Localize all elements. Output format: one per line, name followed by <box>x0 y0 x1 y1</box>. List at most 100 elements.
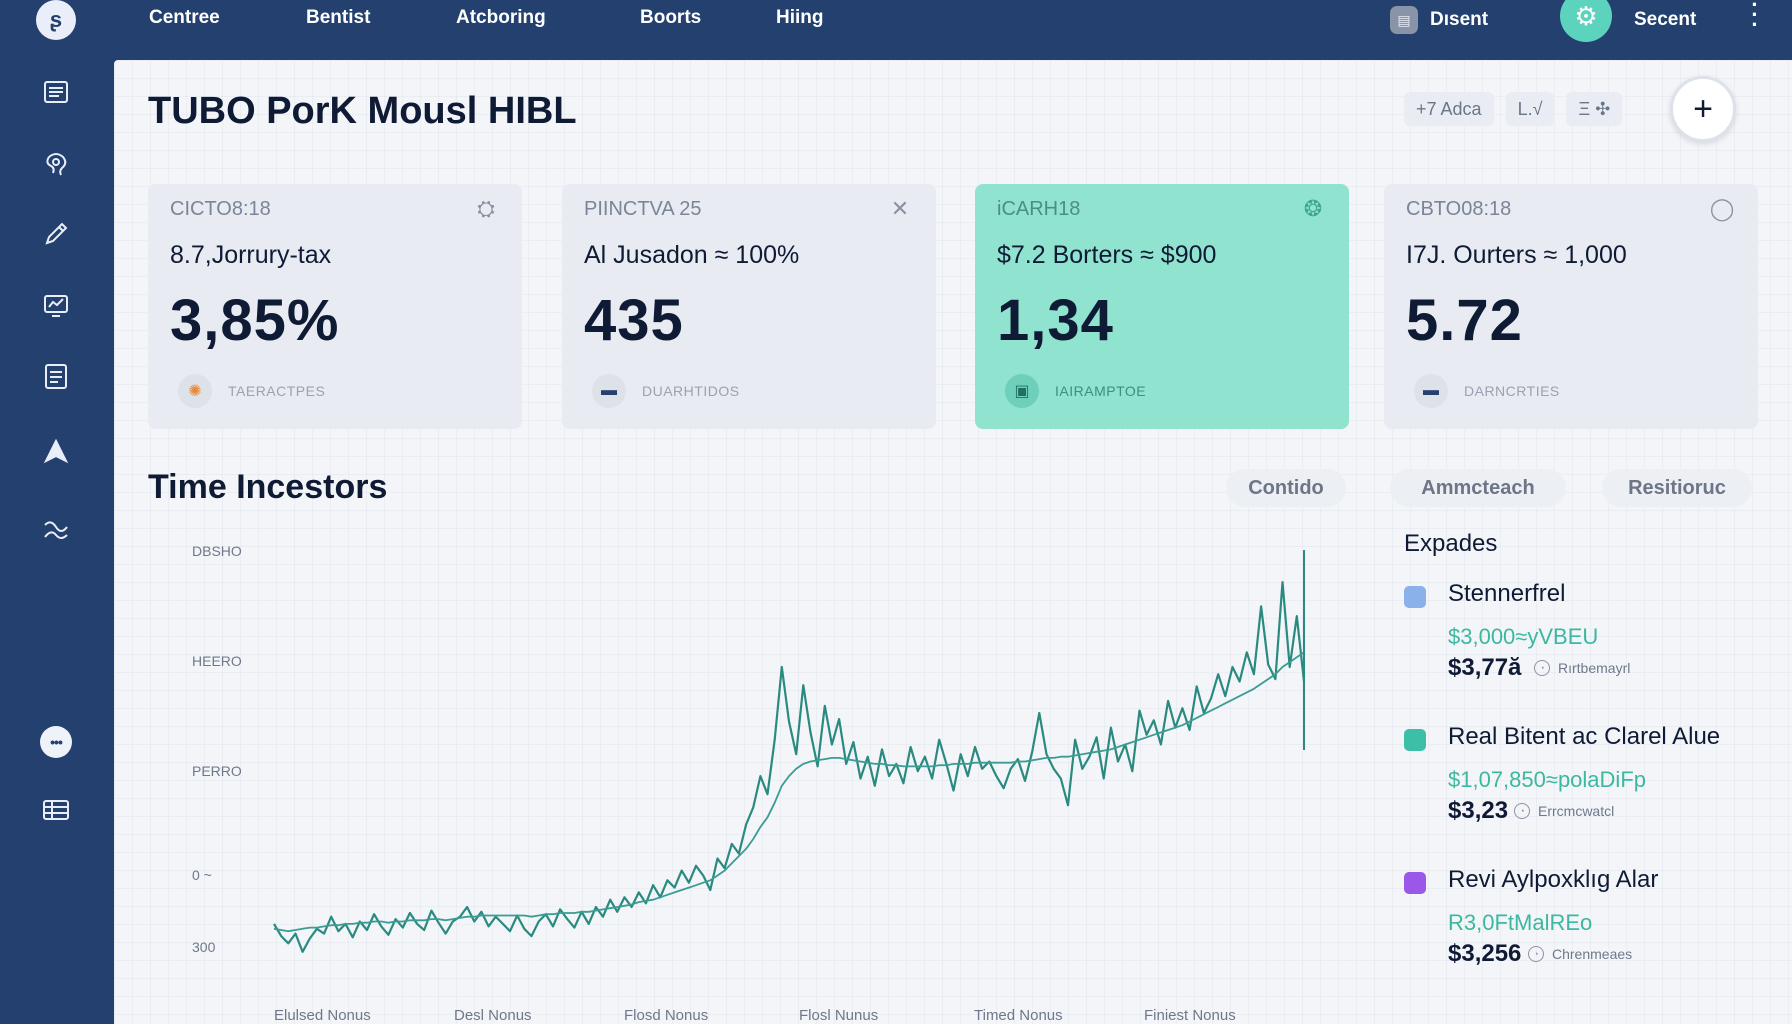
list-item[interactable]: Real Bitent ac Clarel Alue $1,07,850≈pol… <box>1404 723 1784 863</box>
kpi-subtitle: 8.7,Jorrury-tax <box>170 241 332 269</box>
nav-item-2[interactable]: Bentist <box>306 7 456 29</box>
kpi-subtitle: Al Jusadon ≈ 100% <box>584 241 800 269</box>
y-tick-label: 300 <box>192 939 216 955</box>
page-title: TUBO PorK Mousl HIBL <box>148 90 577 132</box>
filter-pill-2[interactable]: Ammcteach <box>1390 469 1566 507</box>
sort-button[interactable]: Ξ ✣ <box>1566 92 1623 126</box>
x-tick-label: Elulsed Nonus <box>274 1007 371 1024</box>
series-line-trend <box>273 651 1305 933</box>
kpi-code: CICTO8:18 <box>170 198 271 220</box>
circle-icon[interactable]: ◯ <box>1708 196 1736 224</box>
item-meta-text: Errcmcwatcl <box>1538 803 1615 819</box>
top-navigation-bar: ʂ Centree Bentist Atcboring Boorts Hiing… <box>0 0 1792 60</box>
nav-item-4[interactable]: Boorts <box>640 7 776 29</box>
tray-icon: ▬ <box>1414 374 1448 408</box>
item-meta: ◔ Chrenmeaes <box>1528 946 1632 962</box>
pencil-icon[interactable] <box>40 218 72 250</box>
x-tick-label: Flosl Nunus <box>799 1007 878 1024</box>
item-subvalue: R3,0FtMalREo <box>1448 910 1593 935</box>
kpi-card-2[interactable]: PIINCTVA 25 ✕ Al Jusadon ≈ 100% 435 ▬ DU… <box>562 184 936 429</box>
kpi-footer-text: DUARHTIDOS <box>642 383 740 399</box>
kpi-footer: ✺ TAERACTPES <box>178 374 325 408</box>
exchange-icon[interactable] <box>40 514 72 546</box>
kpi-subtitle: $7.2 Borters ≈ $900 <box>997 241 1217 269</box>
list-item[interactable]: Stennerfrel $3,000≈yVBEU $3,77ă ◔ Rırtbe… <box>1404 580 1784 720</box>
kpi-footer-text: DARNCRTIES <box>1464 383 1560 399</box>
filter-pill-3[interactable]: Resitioruc <box>1602 469 1752 507</box>
swirl-logo-icon[interactable]: ʂ <box>36 0 76 40</box>
app-icon <box>1404 872 1426 894</box>
user-menu-label[interactable]: Secent <box>1634 9 1734 31</box>
kpi-footer-text: TAERACTPES <box>228 383 326 399</box>
clock-icon: ◔ <box>1528 946 1544 962</box>
more-dots-icon[interactable]: ••• <box>40 726 72 758</box>
kebab-menu-icon[interactable]: · · · <box>1748 0 1762 36</box>
item-subvalue: $1,07,850≈polaDiFp <box>1448 767 1646 792</box>
add-button[interactable]: + <box>1670 76 1736 142</box>
clock-icon: ◔ <box>1534 660 1550 676</box>
kpi-subtitle: I7J. Ourters ≈ 1,000 <box>1406 241 1627 269</box>
item-subvalue: $3,000≈yVBEU <box>1448 624 1599 649</box>
kpi-card-3[interactable]: iCARH18 ❂ $7.2 Borters ≈ $900 1,34 ▣ IAI… <box>975 184 1349 429</box>
kpi-footer: ▣ IAIRAMPTOE <box>1005 374 1146 408</box>
kpi-footer-text: IAIRAMPTOE <box>1055 383 1147 399</box>
orange-gear-icon: ✺ <box>178 374 212 408</box>
filter-pill-1[interactable]: Contido <box>1226 469 1346 507</box>
kpi-code: iCARH18 <box>997 198 1081 220</box>
list-icon[interactable] <box>40 76 72 108</box>
series-line-raw <box>273 580 1306 953</box>
brain-icon[interactable]: ❂ <box>1299 196 1327 224</box>
kpi-value: 435 <box>584 288 684 353</box>
section-title: Time Incestors <box>148 468 388 506</box>
x-tick-label: Flosd Nonus <box>624 1007 708 1024</box>
item-meta: ◔ Rırtbemayrl <box>1534 660 1630 676</box>
monitor-chart-icon[interactable] <box>40 290 72 322</box>
item-meta-text: Rırtbemayrl <box>1558 660 1631 676</box>
nav-item-5[interactable]: Hiing <box>776 7 876 29</box>
brain-icon[interactable] <box>40 148 72 180</box>
list-item[interactable]: Revi Aylpoxklıg Alar R3,0FtMalREo $3,256… <box>1404 866 1784 1006</box>
grid-list-icon[interactable] <box>40 794 72 826</box>
item-price: $3,23 <box>1448 797 1509 824</box>
tray-icon: ▬ <box>592 374 626 408</box>
kpi-value: 3,85% <box>170 288 340 353</box>
line-chart: DBSHO HEERO PERRO 0 ~ 300 Elulsed Nonus Desl … <box>192 543 1306 1024</box>
nav-item-3[interactable]: Atcboring <box>456 7 640 29</box>
kpi-value: 1,34 <box>997 288 1114 353</box>
item-meta-text: Chrenmeaes <box>1552 946 1633 962</box>
item-meta: ◔ Errcmcwatcl <box>1514 803 1614 819</box>
list-heading: Expades <box>1404 530 1498 557</box>
tools-icon[interactable]: ✕ <box>886 196 914 224</box>
x-tick-label: Desl Nonus <box>454 1007 532 1024</box>
x-axis: Elulsed Nonus Desl Nonus Flosd Nonus Flosl … <box>274 1007 1236 1024</box>
y-tick-label: HEERO <box>192 653 242 669</box>
document-chip-icon[interactable]: ▤ <box>1390 6 1418 34</box>
globe-icon[interactable]: ⛭ <box>472 196 500 224</box>
kpi-card-1[interactable]: CICTO8:18 ⛭ 8.7,Jorrury-tax 3,85% ✺ TAER… <box>148 184 522 429</box>
settings-badge-icon[interactable]: ⚙ <box>1560 0 1612 42</box>
nav-item-1[interactable]: Centree <box>149 7 306 29</box>
chart-series <box>273 550 1306 953</box>
kpi-footer: ▬ DUARHTIDOS <box>592 374 740 408</box>
header-toolbar: +7 Adca L.√ Ξ ✣ <box>1404 92 1634 126</box>
kpi-value: 5.72 <box>1406 288 1523 353</box>
x-tick-label: Finiest Nonus <box>1144 1007 1236 1024</box>
document-menu-label[interactable]: Dısent <box>1430 9 1560 31</box>
add-filter-button[interactable]: +7 Adca <box>1404 92 1494 126</box>
y-tick-label: 0 ~ <box>192 867 212 883</box>
main-nav: Centree Bentist Atcboring Boorts Hiing <box>149 7 876 29</box>
kpi-footer: ▬ DARNCRTIES <box>1414 374 1560 408</box>
y-tick-label: PERRO <box>192 763 242 779</box>
sidebar: ••• <box>0 60 114 1024</box>
kpi-code: PIINCTVA 25 <box>584 198 702 220</box>
document-icon[interactable] <box>40 360 72 392</box>
screen-icon: ▣ <box>1005 374 1039 408</box>
main-panel: TUBO PorK Mousl HIBL +7 Adca L.√ Ξ ✣ + C… <box>114 60 1792 1024</box>
kpi-card-4[interactable]: CBTO08:18 ◯ I7J. Ourters ≈ 1,000 5.72 ▬ … <box>1384 184 1758 429</box>
level-button[interactable]: L.√ <box>1505 92 1555 126</box>
y-axis: DBSHO HEERO PERRO 0 ~ 300 <box>192 543 242 955</box>
paper-plane-icon[interactable] <box>40 436 72 468</box>
x-tick-label: Timed Nonus <box>974 1007 1063 1024</box>
y-tick-label: DBSHO <box>192 543 242 559</box>
item-title: Real Bitent ac Clarel Alue <box>1448 723 1721 750</box>
